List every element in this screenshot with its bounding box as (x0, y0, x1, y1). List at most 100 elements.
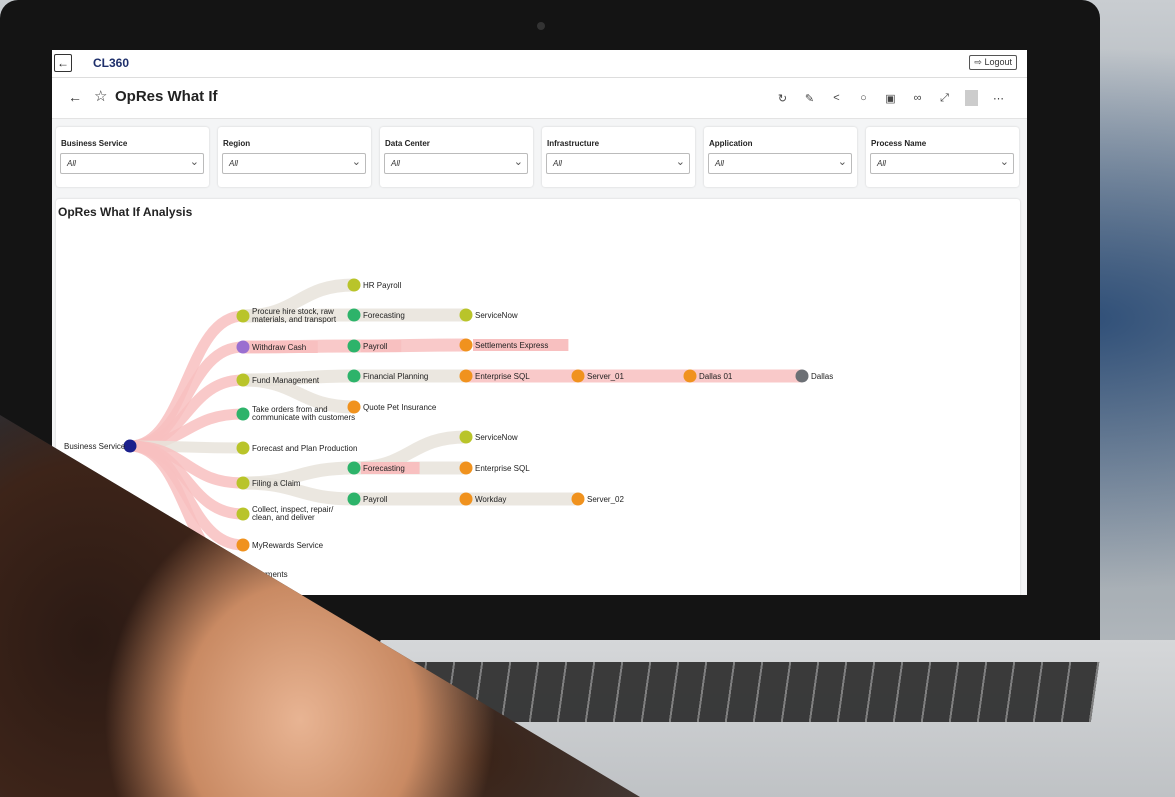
dependency-tree: Business Service Procure hire stock, raw m… (64, 278, 833, 581)
tree-node-label: ServiceNow (475, 433, 518, 442)
tree-node[interactable] (236, 441, 250, 455)
tree-node[interactable] (347, 339, 361, 353)
chevron-down-icon: ⌄ (351, 156, 361, 168)
filter-select-application[interactable]: All ⌄ (708, 153, 852, 174)
more-icon[interactable]: ⋯ (992, 92, 1005, 105)
tree-node-label: Filing a Claim (252, 479, 301, 488)
chevron-down-icon: ⌄ (189, 156, 199, 168)
tree-node-label: Forecasting (363, 464, 405, 473)
tree-node-label: Procure hire stock, raw materials, and tr… (252, 307, 337, 324)
filter-value: All (67, 159, 76, 168)
tree-node[interactable] (459, 430, 473, 444)
tree-node[interactable] (347, 369, 361, 383)
back-arrow-icon[interactable]: ← (68, 89, 82, 105)
filter-label: Data Center (385, 139, 430, 148)
filter-select-process-name[interactable]: All ⌄ (870, 153, 1014, 174)
filter-value: All (877, 159, 886, 168)
logout-label: Logout (984, 57, 1012, 67)
tree-node[interactable] (571, 492, 585, 506)
tree-node-label: Dallas (811, 372, 833, 381)
tree-node-label: Enterprise SQL (475, 372, 530, 381)
tree-node-label: Payroll (363, 342, 388, 351)
tree-node-label: Financial Planning (363, 372, 428, 381)
tree-node-label: Forecasting (363, 311, 405, 320)
tree-node[interactable] (795, 369, 809, 383)
edit-icon[interactable]: ✎ (803, 92, 816, 105)
filter-value: All (553, 159, 562, 168)
filter-infrastructure: Infrastructure All ⌄ (542, 127, 695, 187)
tree-node[interactable] (459, 369, 473, 383)
keyboard-keys (390, 662, 1100, 722)
toolbar-divider (965, 90, 978, 106)
brand-name: CL360 (93, 56, 130, 70)
tree-node-label: Fund Management (252, 376, 320, 385)
filter-label: Region (223, 139, 251, 148)
tree-node[interactable] (683, 369, 697, 383)
chevron-down-icon: ⌄ (837, 156, 847, 168)
share-icon[interactable]: < (830, 92, 843, 104)
comment-icon[interactable]: ○ (857, 92, 870, 104)
tree-node[interactable] (236, 507, 250, 521)
favorite-star-icon[interactable]: ☆ (94, 87, 107, 105)
filter-select-infrastructure[interactable]: All ⌄ (546, 153, 690, 174)
tree-node-label: Server_02 (587, 495, 624, 504)
page-header: ← ☆ OpRes What If ↻ ✎ < ○ ▣ ∞ ⤢ ⋯ (52, 78, 1027, 119)
tree-node[interactable] (347, 461, 361, 475)
glasses-icon[interactable]: ∞ (911, 92, 924, 104)
tree-node[interactable] (347, 278, 361, 292)
page-toolbar: ↻ ✎ < ○ ▣ ∞ ⤢ ⋯ (776, 90, 1005, 106)
filter-bar: Business Service All ⌄ Region All ⌄ Data… (56, 127, 1020, 188)
chevron-down-icon: ⌄ (999, 156, 1009, 168)
filter-region: Region All ⌄ (218, 127, 371, 187)
chevron-down-icon: ⌄ (675, 156, 685, 168)
tree-node-label: ServiceNow (475, 311, 518, 320)
tree-node[interactable] (459, 492, 473, 506)
tree-node[interactable] (236, 567, 250, 581)
tree-node-label: Withdraw Cash (252, 343, 306, 352)
filter-application: Application All ⌄ (704, 127, 857, 187)
tree-node[interactable] (347, 308, 361, 322)
clipboard-icon[interactable]: ▣ (884, 92, 897, 105)
tree-node[interactable] (571, 369, 585, 383)
tree-node-label: Payroll (363, 495, 388, 504)
refresh-icon[interactable]: ↻ (776, 92, 789, 105)
tree-node[interactable] (236, 538, 250, 552)
tree-node[interactable] (459, 308, 473, 322)
logout-button[interactable]: ⇨ Logout (969, 55, 1017, 70)
filter-label: Business Service (61, 139, 128, 148)
tree-node-label: MyRewards Service (252, 541, 324, 550)
tree-node[interactable] (236, 340, 250, 354)
tree-node[interactable] (347, 492, 361, 506)
filter-business-service: Business Service All ⌄ (56, 127, 209, 187)
app-screen: ← CL360 ⇨ Logout ← ☆ OpRes What If ↻ ✎ <… (52, 50, 1027, 595)
tree-node[interactable] (236, 373, 250, 387)
tree-node-label: Business Service (64, 442, 126, 451)
tree-node-label: Quote Pet Insurance (363, 403, 437, 412)
tree-node[interactable] (236, 476, 250, 490)
filter-select-data-center[interactable]: All ⌄ (384, 153, 528, 174)
filter-value: All (715, 159, 724, 168)
chevron-down-icon: ⌄ (513, 156, 523, 168)
page-title: OpRes What If (115, 88, 218, 105)
filter-data-center: Data Center All ⌄ (380, 127, 533, 187)
tree-node[interactable] (347, 400, 361, 414)
webcam (537, 22, 545, 30)
tree-node[interactable] (459, 461, 473, 475)
tree-node-label: Settlements Express (475, 341, 548, 350)
filter-label: Infrastructure (547, 139, 600, 148)
tree-node[interactable] (236, 407, 250, 421)
tree-node-label: Collect, inspect, repair/clean, and deli… (252, 505, 334, 522)
tree-node-label: Server_01 (587, 372, 624, 381)
filter-process-name: Process Name All ⌄ (866, 127, 1019, 187)
tree-node[interactable] (459, 338, 473, 352)
filter-select-business-service[interactable]: All ⌄ (60, 153, 204, 174)
tree-node[interactable] (236, 309, 250, 323)
filter-value: All (391, 159, 400, 168)
filter-select-region[interactable]: All ⌄ (222, 153, 366, 174)
app-back-icon[interactable]: ← (54, 54, 72, 72)
tree-node-label: Payments (252, 570, 288, 579)
tree-node-label: Workday (475, 495, 506, 504)
tree-node-label: HR Payroll (363, 281, 401, 290)
tree-node[interactable] (123, 439, 137, 453)
expand-icon[interactable]: ⤢ (938, 92, 951, 105)
